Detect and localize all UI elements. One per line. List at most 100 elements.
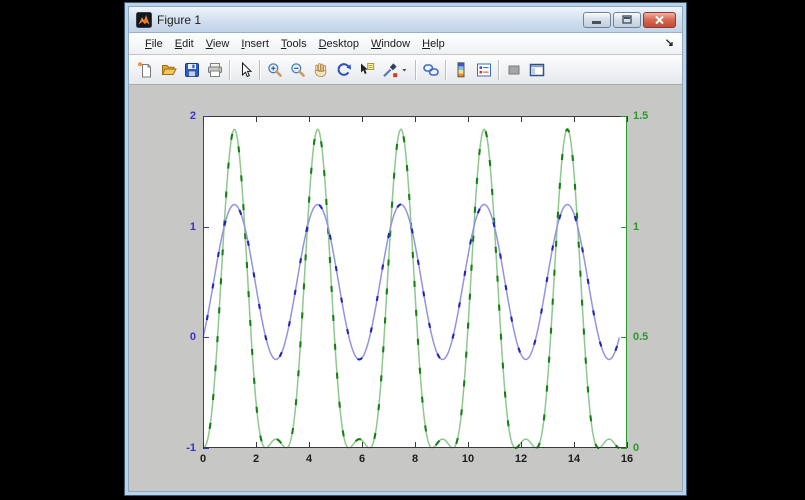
y-tick-right bbox=[621, 227, 627, 228]
menu-item-file[interactable]: File bbox=[139, 36, 169, 52]
save-figure-icon bbox=[183, 61, 201, 79]
data-cursor-button[interactable] bbox=[355, 58, 378, 81]
x-tick-top bbox=[521, 116, 522, 122]
menu-overflow-arrow-icon[interactable]: ↘ bbox=[665, 36, 674, 49]
minimize-button[interactable] bbox=[583, 12, 611, 28]
zoom-out-button[interactable] bbox=[286, 58, 309, 81]
figure-canvas-background: 0246810121416-101200.511.5 bbox=[129, 85, 682, 491]
x-tick-label: 16 bbox=[621, 453, 633, 465]
x-tick-label: 8 bbox=[412, 453, 418, 465]
y-tick-left bbox=[203, 116, 209, 117]
link-plot-icon bbox=[422, 61, 440, 79]
open-file-button[interactable] bbox=[157, 58, 180, 81]
toolbar-separator bbox=[498, 60, 499, 80]
menu-item-desktop[interactable]: Desktop bbox=[313, 36, 365, 52]
save-figure-button[interactable] bbox=[180, 58, 203, 81]
x-tick-top bbox=[362, 116, 363, 122]
x-tick-bottom bbox=[256, 442, 257, 448]
x-tick-label: 2 bbox=[253, 453, 259, 465]
x-tick-label: 0 bbox=[200, 453, 206, 465]
hide-plot-tools-icon bbox=[505, 61, 523, 79]
y-tick-right bbox=[621, 337, 627, 338]
show-plot-tools-icon bbox=[528, 61, 546, 79]
menu-item-window[interactable]: Window bbox=[365, 36, 416, 52]
x-tick-label: 10 bbox=[462, 453, 474, 465]
x-tick-top bbox=[468, 116, 469, 122]
x-tick-bottom bbox=[574, 442, 575, 448]
insert-legend-icon bbox=[475, 61, 493, 79]
y-axis-right-spine bbox=[626, 116, 627, 448]
x-tick-bottom bbox=[627, 442, 628, 448]
menu-item-insert[interactable]: Insert bbox=[235, 36, 275, 52]
x-tick-top bbox=[309, 116, 310, 122]
y-tick-label-right: 1 bbox=[633, 221, 639, 233]
x-tick-label: 6 bbox=[359, 453, 365, 465]
x-tick-label: 12 bbox=[515, 453, 527, 465]
matlab-logo-icon bbox=[136, 12, 152, 28]
menu-item-view[interactable]: View bbox=[200, 36, 236, 52]
insert-colorbar-icon bbox=[452, 61, 470, 79]
rotate-3d-button[interactable] bbox=[332, 58, 355, 81]
y-tick-right bbox=[621, 448, 627, 449]
toolbar-separator bbox=[259, 60, 260, 80]
close-button[interactable] bbox=[643, 12, 676, 28]
menu-bar: FileEditViewInsertToolsDesktopWindowHelp… bbox=[129, 33, 682, 55]
menu-item-help[interactable]: Help bbox=[416, 36, 451, 52]
zoom-in-button[interactable] bbox=[263, 58, 286, 81]
print-figure-button[interactable] bbox=[203, 58, 226, 81]
hide-plot-tools-button[interactable] bbox=[502, 58, 525, 81]
plot-axes[interactable]: 0246810121416-101200.511.5 bbox=[203, 116, 627, 448]
y-tick-label-left: 0 bbox=[190, 331, 196, 343]
x-tick-label: 4 bbox=[306, 453, 312, 465]
y-tick-label-right: 1.5 bbox=[633, 110, 648, 122]
new-figure-button[interactable] bbox=[134, 58, 157, 81]
x-tick-label: 14 bbox=[568, 453, 580, 465]
y-tick-label-right: 0.5 bbox=[633, 331, 648, 343]
title-bar[interactable]: Figure 1 bbox=[129, 7, 682, 33]
y-tick-label-right: 0 bbox=[633, 442, 639, 454]
pan-button[interactable] bbox=[309, 58, 332, 81]
brush-data-icon bbox=[381, 61, 399, 79]
figure-window: Figure 1 FileEditViewInsertToolsDesktopW… bbox=[124, 2, 687, 496]
plot-curves bbox=[203, 116, 627, 448]
x-tick-bottom bbox=[415, 442, 416, 448]
edit-plot-icon bbox=[236, 61, 254, 79]
menu-item-tools[interactable]: Tools bbox=[275, 36, 313, 52]
toolbar-separator bbox=[229, 60, 230, 80]
window-title: Figure 1 bbox=[157, 13, 583, 27]
print-figure-icon bbox=[206, 61, 224, 79]
brush-dropdown-button[interactable] bbox=[401, 58, 412, 81]
new-figure-icon bbox=[137, 61, 155, 79]
x-tick-top bbox=[256, 116, 257, 122]
y-tick-label-left: 1 bbox=[190, 221, 196, 233]
x-tick-top bbox=[627, 116, 628, 122]
window-controls bbox=[583, 12, 676, 28]
rotate-3d-icon bbox=[335, 61, 353, 79]
open-file-icon bbox=[160, 61, 178, 79]
brush-data-button[interactable] bbox=[378, 58, 401, 81]
brush-dropdown-icon bbox=[401, 61, 412, 79]
x-tick-bottom bbox=[468, 442, 469, 448]
link-plot-button[interactable] bbox=[419, 58, 442, 81]
series-green-dashes bbox=[203, 129, 619, 448]
y-tick-left bbox=[203, 448, 209, 449]
edit-plot-button[interactable] bbox=[233, 58, 256, 81]
insert-colorbar-button[interactable] bbox=[449, 58, 472, 81]
series-green-line bbox=[203, 129, 619, 448]
insert-legend-button[interactable] bbox=[472, 58, 495, 81]
zoom-out-icon bbox=[289, 61, 307, 79]
x-tick-bottom bbox=[362, 442, 363, 448]
toolbar-separator bbox=[415, 60, 416, 80]
y-tick-label-left: -1 bbox=[186, 442, 196, 454]
restore-button[interactable] bbox=[613, 12, 641, 28]
y-axis-left-spine bbox=[203, 116, 204, 448]
y-tick-label-left: 2 bbox=[190, 110, 196, 122]
x-tick-bottom bbox=[521, 442, 522, 448]
toolbar-separator bbox=[445, 60, 446, 80]
show-plot-tools-button[interactable] bbox=[525, 58, 548, 81]
menu-item-edit[interactable]: Edit bbox=[169, 36, 200, 52]
y-tick-right bbox=[621, 116, 627, 117]
x-tick-top bbox=[415, 116, 416, 122]
x-tick-top bbox=[574, 116, 575, 122]
figure-toolbar bbox=[129, 55, 682, 85]
